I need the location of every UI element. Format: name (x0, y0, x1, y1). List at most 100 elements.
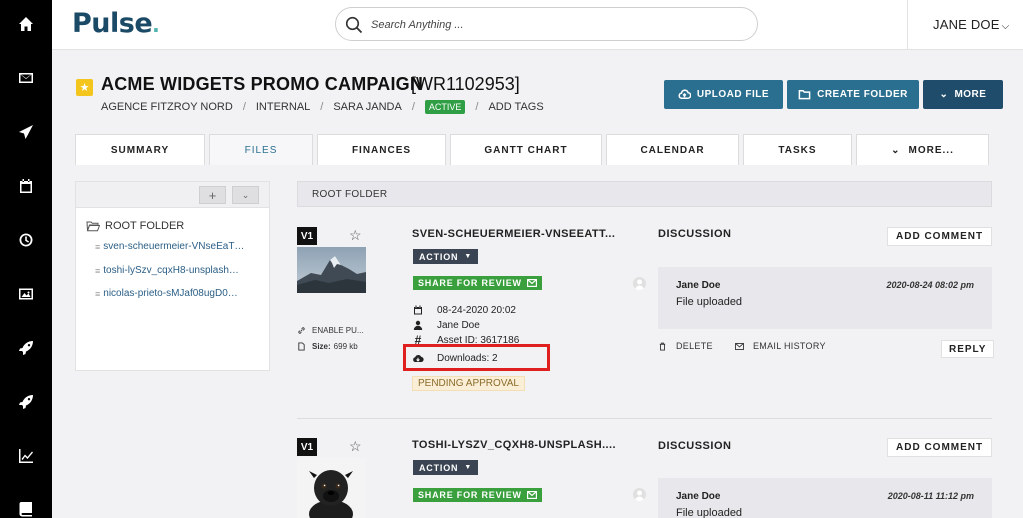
version-badge[interactable]: V1 (297, 227, 317, 245)
approval-status-badge: PENDING APPROVAL (412, 376, 525, 391)
chevron-down-icon: ⌵ (1001, 21, 1010, 32)
add-tags-link[interactable]: ADD TAGS (488, 101, 543, 113)
tab-calendar[interactable]: CALENDAR (606, 134, 739, 165)
comment-author: Jane Doe (676, 491, 721, 502)
send-icon[interactable] (17, 123, 35, 141)
downloads-highlight-box (403, 344, 550, 371)
tree-root-folder[interactable]: ROOT FOLDER (86, 220, 184, 232)
comment-date: 2020-08-11 11:12 pm (887, 491, 974, 501)
link-icon (298, 327, 305, 334)
folder-tree: + ⌄ ROOT FOLDER ≡ sven-scheuermeier-VNseE… (75, 181, 270, 371)
add-comment-button[interactable]: ADD COMMENT (887, 438, 993, 457)
calendar-icon[interactable] (17, 177, 35, 195)
reply-button[interactable]: REPLY (941, 340, 995, 358)
envelope-icon (526, 491, 537, 499)
add-folder-button[interactable]: + (199, 186, 226, 204)
user-icon (413, 320, 423, 330)
project-owner[interactable]: SARA JANDA (333, 101, 401, 113)
file-icon (298, 342, 305, 351)
home-icon[interactable] (17, 15, 35, 33)
book-icon[interactable] (17, 500, 35, 518)
envelope-icon (735, 342, 744, 350)
envelope-icon (526, 279, 537, 287)
discussion-title: DISCUSSION (658, 228, 732, 240)
project-meta: AGENCE FITZROY NORD / INTERNAL / SARA JA… (101, 100, 544, 114)
delete-comment-button[interactable]: DELETE (658, 341, 713, 351)
project-type[interactable]: INTERNAL (256, 101, 310, 113)
tab-gantt-chart[interactable]: GANTT CHART (450, 134, 602, 165)
folder-open-icon (86, 221, 100, 232)
action-dropdown[interactable]: ACTION ▼ (413, 460, 479, 475)
client-link[interactable]: AGENCE FITZROY NORD (101, 101, 233, 113)
left-nav (0, 0, 52, 518)
comment-date: 2020-08-24 08:02 pm (886, 280, 974, 290)
avatar (633, 488, 646, 501)
chart-icon[interactable] (17, 447, 35, 465)
project-code: [WR1102953] (411, 74, 520, 94)
tab-finances[interactable]: FINANCES (317, 134, 446, 165)
image-icon[interactable] (17, 285, 35, 303)
comment-author: Jane Doe (676, 280, 721, 291)
tree-file-item[interactable]: ≡ toshi-lySzv_cqxH8-unsplash… (95, 265, 239, 276)
uploader: Jane Doe (412, 319, 480, 331)
mail-icon[interactable] (17, 69, 35, 87)
file-name[interactable]: SVEN-SCHEUERMEIER-VNSEEATT... (412, 228, 615, 240)
file-lines-icon: ≡ (95, 265, 101, 276)
star-icon[interactable]: ☆ (349, 227, 362, 244)
file-name[interactable]: TOSHI-LYSZV_CQXH8-UNSPLASH.... (412, 439, 616, 451)
status-badge[interactable]: ACTIVE (424, 100, 466, 114)
file-size: Size: 699 kb (297, 342, 358, 351)
tab-more[interactable]: ⌄ MORE... (856, 134, 989, 165)
tab-files[interactable]: FILES (209, 134, 313, 165)
file-lines-icon: ≡ (95, 241, 101, 252)
file-divider (297, 418, 992, 419)
enable-public-link[interactable]: ENABLE PU... (297, 326, 364, 335)
clock-icon[interactable] (17, 231, 35, 249)
breadcrumb[interactable]: ROOT FOLDER (297, 181, 992, 207)
pug-image (297, 458, 366, 518)
file-thumbnail[interactable] (297, 458, 366, 518)
share-for-review-button[interactable]: SHARE FOR REVIEW (413, 276, 542, 290)
file-thumbnail[interactable] (297, 247, 366, 293)
folder-icon (798, 90, 811, 100)
action-dropdown[interactable]: ACTION ▼ (413, 249, 479, 264)
more-button[interactable]: ⌄ MORE (923, 80, 1003, 109)
calendar-icon (414, 305, 422, 315)
cloud-upload-icon (678, 89, 691, 99)
folder-tree-toolbar: + ⌄ (76, 182, 269, 208)
rocket-icon-2[interactable] (17, 393, 35, 411)
trash-icon (659, 342, 666, 351)
share-for-review-button[interactable]: SHARE FOR REVIEW (413, 488, 542, 502)
search-input[interactable] (371, 16, 741, 33)
chevron-down-icon: ⌄ (891, 144, 901, 156)
search-box[interactable] (335, 7, 758, 41)
user-menu[interactable]: JANE DOE ⌵ (933, 17, 1009, 32)
add-comment-button[interactable]: ADD COMMENT (887, 227, 993, 246)
star-icon[interactable]: ☆ (349, 438, 362, 455)
tree-file-item[interactable]: ≡ nicolas-prieto-sMJaf08ugD0… (95, 288, 238, 299)
chevron-down-icon: ▼ (464, 464, 473, 471)
mountain-image (297, 247, 366, 293)
logo[interactable]: Pulse. (72, 8, 160, 39)
comment-message: File uploaded (676, 296, 743, 308)
comment-message: File uploaded (676, 507, 743, 518)
search-icon (345, 16, 363, 34)
comment-card: Jane Doe 2020-08-24 08:02 pm File upload… (658, 267, 992, 329)
upload-date: 08-24-2020 20:02 (412, 304, 516, 316)
upload-file-button[interactable]: UPLOAD FILE (664, 80, 783, 109)
comment-card: Jane Doe 2020-08-11 11:12 pm File upload… (658, 478, 992, 518)
email-history-button[interactable]: EMAIL HISTORY (735, 341, 826, 351)
tab-summary[interactable]: SUMMARY (75, 134, 205, 165)
version-badge[interactable]: V1 (297, 438, 317, 456)
tab-tasks[interactable]: TASKS (743, 134, 852, 165)
tree-collapse-button[interactable]: ⌄ (232, 186, 259, 204)
discussion-title: DISCUSSION (658, 440, 732, 452)
favorite-star-icon[interactable]: ★ (76, 79, 93, 96)
chevron-down-icon: ▼ (464, 253, 473, 260)
tree-file-item[interactable]: ≡ sven-scheuermeier-VNseEaT… (95, 241, 244, 252)
project-title: ACME WIDGETS PROMO CAMPAIGN (101, 74, 424, 94)
chevron-down-icon: ⌄ (939, 89, 949, 100)
file-lines-icon: ≡ (95, 288, 101, 299)
rocket-icon[interactable] (17, 339, 35, 357)
create-folder-button[interactable]: CREATE FOLDER (787, 80, 919, 109)
